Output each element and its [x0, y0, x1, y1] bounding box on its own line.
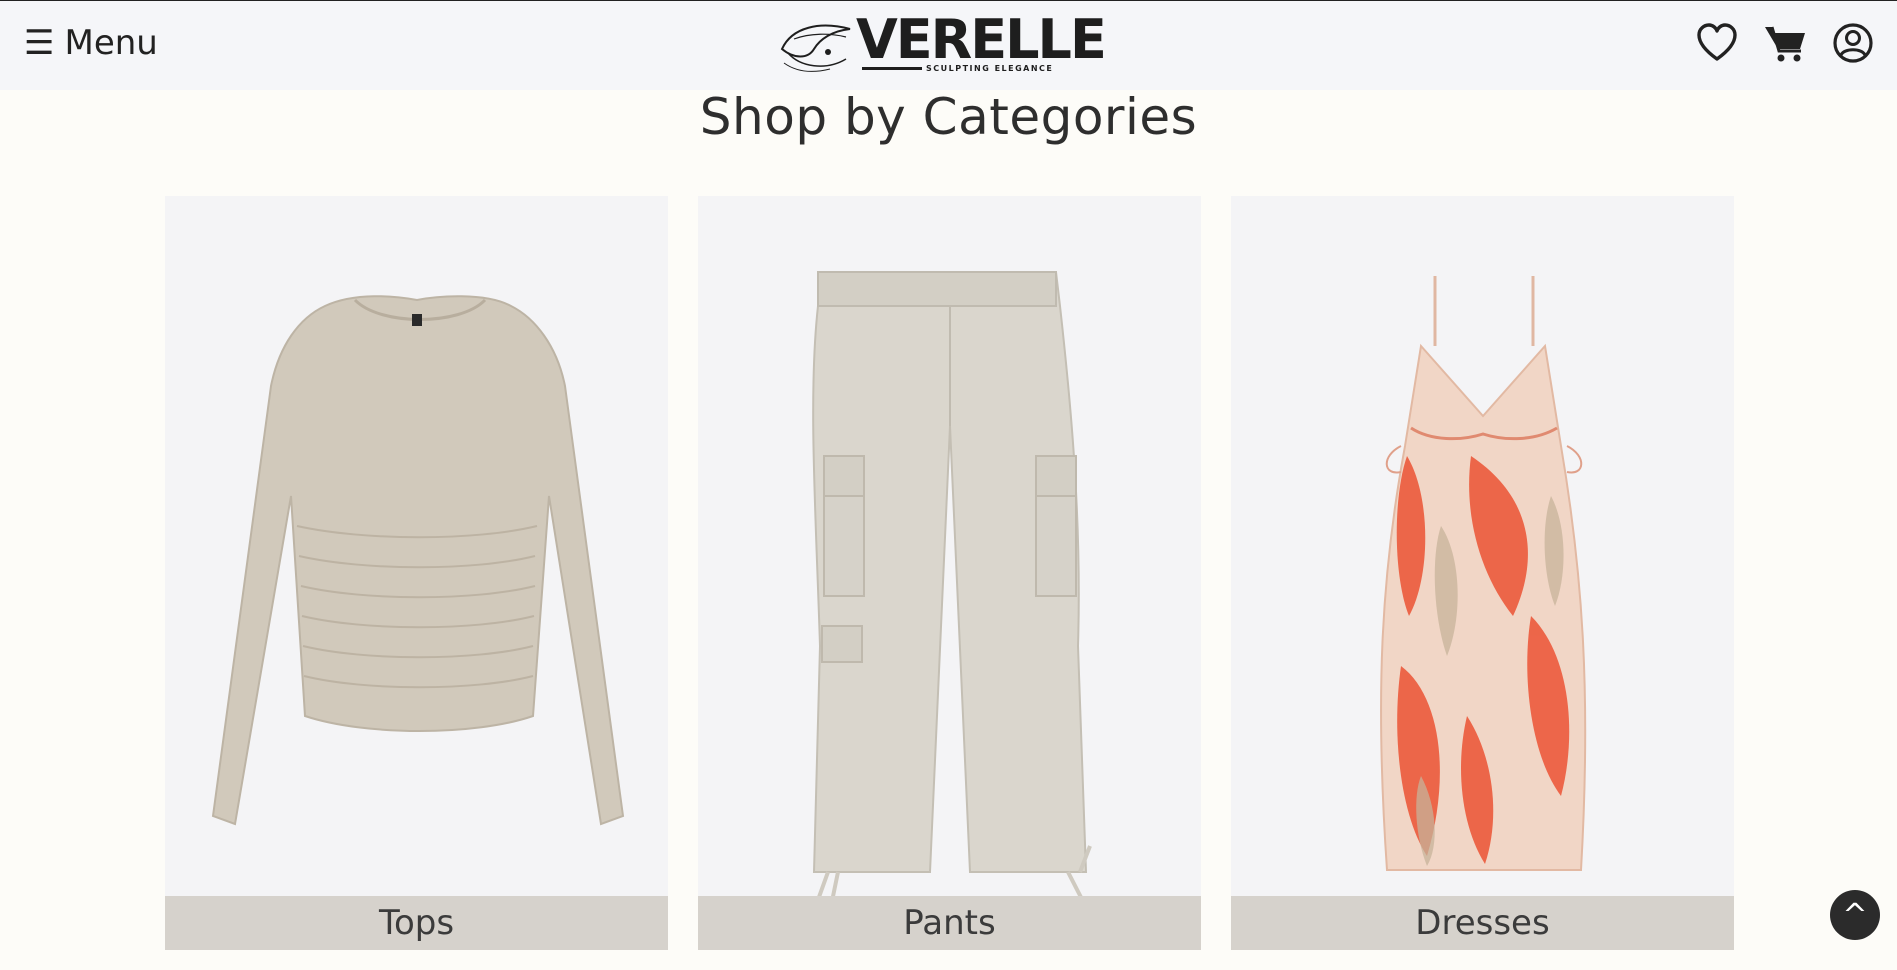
pants-image [812, 271, 1092, 896]
category-label-dresses: Dresses [1231, 896, 1734, 950]
brand-tagline: SCULPTING ELEGANCE [926, 64, 1054, 73]
bird-logo-icon [780, 24, 851, 72]
account-icon[interactable] [1831, 21, 1875, 65]
cart-icon[interactable] [1763, 21, 1807, 65]
brand-underline [862, 67, 922, 70]
caret-up-icon: ^ [1842, 897, 1868, 933]
category-card-tops[interactable]: Tops [165, 196, 668, 950]
site-header: ☰ Menu VERELLE SCULPTING ELEGANCE [0, 0, 1897, 90]
header-actions [1695, 21, 1875, 65]
hamburger-icon: ☰ [24, 23, 55, 63]
brand-name: VERELLE [856, 8, 1107, 71]
category-card-dresses[interactable]: Dresses [1231, 196, 1734, 950]
brand-logo[interactable]: VERELLE SCULPTING ELEGANCE [780, 13, 1107, 77]
heart-icon[interactable] [1695, 21, 1739, 65]
dresses-image [1380, 276, 1587, 871]
category-label-pants: Pants [698, 896, 1201, 950]
category-card-pants[interactable]: Pants [698, 196, 1201, 950]
scroll-to-top-button[interactable]: ^ [1830, 890, 1880, 940]
menu-label: Menu [64, 23, 158, 63]
tops-image [211, 295, 625, 826]
section-title: Shop by Categories [699, 88, 1198, 146]
menu-button[interactable]: ☰ Menu [24, 23, 158, 63]
category-label-tops: Tops [165, 896, 668, 950]
